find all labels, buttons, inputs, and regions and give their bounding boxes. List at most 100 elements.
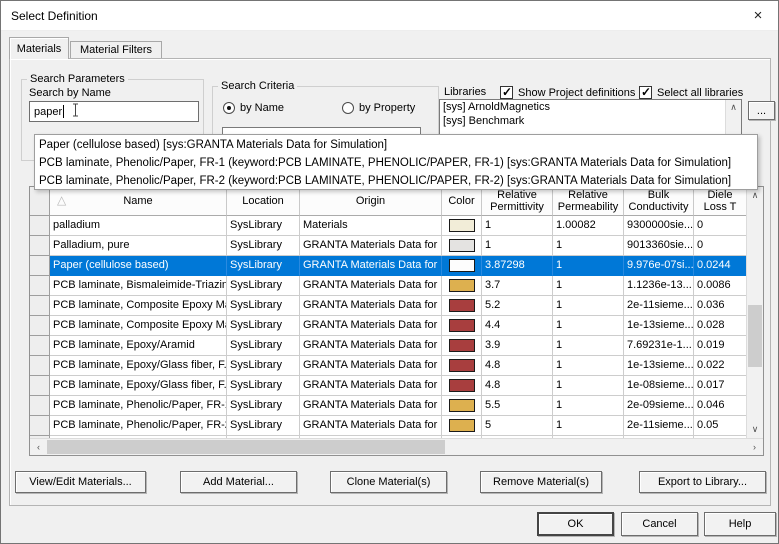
cell-relative-permeability[interactable]: 1 bbox=[553, 396, 624, 416]
cell-location[interactable]: SysLibrary bbox=[227, 216, 300, 236]
vertical-scrollbar[interactable]: ∧ ∨ bbox=[746, 187, 763, 438]
cell-color[interactable] bbox=[442, 356, 482, 376]
show-project-definitions-checkbox[interactable] bbox=[500, 85, 513, 99]
search-input[interactable]: paper bbox=[29, 101, 199, 122]
table-row[interactable]: PCB laminate, Phenolic/Paper, FR-1 SysLi… bbox=[30, 396, 746, 416]
header-cell-relative-permeability[interactable]: Relative Permeability bbox=[553, 187, 624, 216]
cell-color[interactable] bbox=[442, 296, 482, 316]
scroll-down-icon[interactable]: ∨ bbox=[747, 422, 763, 437]
cell-bulk-conductivity[interactable]: 9.976e-07si... bbox=[624, 256, 694, 276]
cell-bulk-conductivity[interactable]: 1e-13sieme... bbox=[624, 316, 694, 336]
cell-location[interactable]: SysLibrary bbox=[227, 336, 300, 356]
cell-origin[interactable]: GRANTA Materials Data for ... bbox=[300, 256, 442, 276]
header-cell-rowselector[interactable] bbox=[30, 187, 50, 216]
cell-name[interactable]: palladium bbox=[50, 216, 227, 236]
row-selector-cell[interactable] bbox=[30, 356, 50, 376]
row-selector-cell[interactable] bbox=[30, 216, 50, 236]
cell-dielectric-loss[interactable]: 0.0086 bbox=[694, 276, 746, 296]
header-cell-relative-permittivity[interactable]: Relative Permittivity bbox=[482, 187, 553, 216]
cell-dielectric-loss[interactable]: 0 bbox=[694, 216, 746, 236]
cell-bulk-conductivity[interactable]: 2e-11sieme... bbox=[624, 296, 694, 316]
cell-location[interactable]: SysLibrary bbox=[227, 256, 300, 276]
cell-dielectric-loss[interactable]: 0.017 bbox=[694, 376, 746, 396]
cell-origin[interactable]: Materials bbox=[300, 216, 442, 236]
cell-location[interactable]: SysLibrary bbox=[227, 296, 300, 316]
cell-origin[interactable]: GRANTA Materials Data for ... bbox=[300, 416, 442, 436]
browse-libraries-button[interactable]: ... bbox=[748, 101, 775, 120]
cell-relative-permittivity[interactable]: 5.2 bbox=[482, 296, 553, 316]
close-icon[interactable]: × bbox=[748, 6, 768, 26]
row-selector-cell[interactable] bbox=[30, 396, 50, 416]
cell-color[interactable] bbox=[442, 336, 482, 356]
row-selector-cell[interactable] bbox=[30, 256, 50, 276]
show-project-definitions-label[interactable]: Show Project definitions bbox=[518, 87, 635, 99]
header-cell-color[interactable]: Color bbox=[442, 187, 482, 216]
clone-materials-button[interactable]: Clone Material(s) bbox=[330, 471, 447, 493]
cell-name[interactable]: PCB laminate, Epoxy/Glass fiber, F... bbox=[50, 376, 227, 396]
cell-relative-permittivity[interactable]: 3.7 bbox=[482, 276, 553, 296]
row-selector-cell[interactable] bbox=[30, 416, 50, 436]
cell-relative-permittivity[interactable]: 4.8 bbox=[482, 356, 553, 376]
scroll-right-icon[interactable]: › bbox=[747, 439, 762, 454]
remove-materials-button[interactable]: Remove Material(s) bbox=[480, 471, 602, 493]
cell-origin[interactable]: GRANTA Materials Data for ... bbox=[300, 396, 442, 416]
cell-dielectric-loss[interactable]: 0.0244 bbox=[694, 256, 746, 276]
cell-relative-permeability[interactable]: 1 bbox=[553, 276, 624, 296]
select-all-libraries-checkbox[interactable] bbox=[639, 85, 652, 99]
row-selector-cell[interactable] bbox=[30, 316, 50, 336]
cell-dielectric-loss[interactable]: 0.05 bbox=[694, 416, 746, 436]
help-button[interactable]: Help bbox=[704, 512, 776, 536]
cell-origin[interactable]: GRANTA Materials Data for ... bbox=[300, 336, 442, 356]
cell-dielectric-loss[interactable]: 0 bbox=[694, 236, 746, 256]
cell-name[interactable]: Paper (cellulose based) bbox=[50, 256, 227, 276]
table-row[interactable]: PCB laminate, Bismaleimide-Triazine SysL… bbox=[30, 276, 746, 296]
select-all-libraries-label[interactable]: Select all libraries bbox=[657, 87, 743, 99]
cell-dielectric-loss[interactable]: 0.019 bbox=[694, 336, 746, 356]
table-row[interactable]: Palladium, pure SysLibrary GRANTA Materi… bbox=[30, 236, 746, 256]
radio-by-name[interactable] bbox=[223, 102, 235, 114]
table-row[interactable]: PCB laminate, Composite Epoxy Ma... SysL… bbox=[30, 316, 746, 336]
cell-origin[interactable]: GRANTA Materials Data for ... bbox=[300, 316, 442, 336]
cell-dielectric-loss[interactable]: 0.022 bbox=[694, 356, 746, 376]
cell-bulk-conductivity[interactable]: 2e-11sieme... bbox=[624, 416, 694, 436]
row-selector-cell[interactable] bbox=[30, 296, 50, 316]
radio-by-property[interactable] bbox=[342, 102, 354, 114]
cell-color[interactable] bbox=[442, 276, 482, 296]
cell-relative-permeability[interactable]: 1 bbox=[553, 356, 624, 376]
table-row[interactable]: PCB laminate, Epoxy/Aramid SysLibrary GR… bbox=[30, 336, 746, 356]
cell-relative-permittivity[interactable]: 3.9 bbox=[482, 336, 553, 356]
cell-relative-permittivity[interactable]: 1 bbox=[482, 236, 553, 256]
table-row[interactable]: PCB laminate, Composite Epoxy Ma... SysL… bbox=[30, 296, 746, 316]
library-list-item[interactable]: [sys] ArnoldMagnetics bbox=[440, 100, 741, 114]
cell-bulk-conductivity[interactable]: 1.1236e-13... bbox=[624, 276, 694, 296]
tab-materials[interactable]: Materials bbox=[9, 37, 69, 59]
autocomplete-item[interactable]: Paper (cellulose based) [sys:GRANTA Mate… bbox=[35, 136, 757, 154]
cell-origin[interactable]: GRANTA Materials Data for ... bbox=[300, 296, 442, 316]
cell-relative-permeability[interactable]: 1 bbox=[553, 336, 624, 356]
cell-name[interactable]: PCB laminate, Composite Epoxy Ma... bbox=[50, 296, 227, 316]
export-to-library-button[interactable]: Export to Library... bbox=[639, 471, 766, 493]
cell-origin[interactable]: GRANTA Materials Data for ... bbox=[300, 236, 442, 256]
cancel-button[interactable]: Cancel bbox=[621, 512, 698, 536]
cell-location[interactable]: SysLibrary bbox=[227, 376, 300, 396]
cell-color[interactable] bbox=[442, 416, 482, 436]
cell-location[interactable]: SysLibrary bbox=[227, 356, 300, 376]
cell-dielectric-loss[interactable]: 0.028 bbox=[694, 316, 746, 336]
autocomplete-item[interactable]: PCB laminate, Phenolic/Paper, FR-1 (keyw… bbox=[35, 154, 757, 172]
cell-relative-permeability[interactable]: 1 bbox=[553, 416, 624, 436]
cell-bulk-conductivity[interactable]: 2e-09sieme... bbox=[624, 396, 694, 416]
cell-name[interactable]: PCB laminate, Composite Epoxy Ma... bbox=[50, 316, 227, 336]
cell-bulk-conductivity[interactable]: 9300000sie... bbox=[624, 216, 694, 236]
cell-relative-permeability[interactable]: 1 bbox=[553, 256, 624, 276]
scroll-left-icon[interactable]: ‹ bbox=[31, 439, 46, 454]
horizontal-scrollbar[interactable]: ‹ › bbox=[30, 438, 763, 455]
cell-relative-permittivity[interactable]: 3.87298 bbox=[482, 256, 553, 276]
cell-color[interactable] bbox=[442, 236, 482, 256]
table-row[interactable]: palladium SysLibrary Materials 1 1.00082… bbox=[30, 216, 746, 236]
table-row[interactable]: PCB laminate, Phenolic/Paper, FR-2 SysLi… bbox=[30, 416, 746, 436]
cell-location[interactable]: SysLibrary bbox=[227, 416, 300, 436]
cell-location[interactable]: SysLibrary bbox=[227, 276, 300, 296]
cell-relative-permeability[interactable]: 1 bbox=[553, 236, 624, 256]
cell-bulk-conductivity[interactable]: 1e-13sieme... bbox=[624, 356, 694, 376]
table-row[interactable]: Paper (cellulose based) SysLibrary GRANT… bbox=[30, 256, 746, 276]
